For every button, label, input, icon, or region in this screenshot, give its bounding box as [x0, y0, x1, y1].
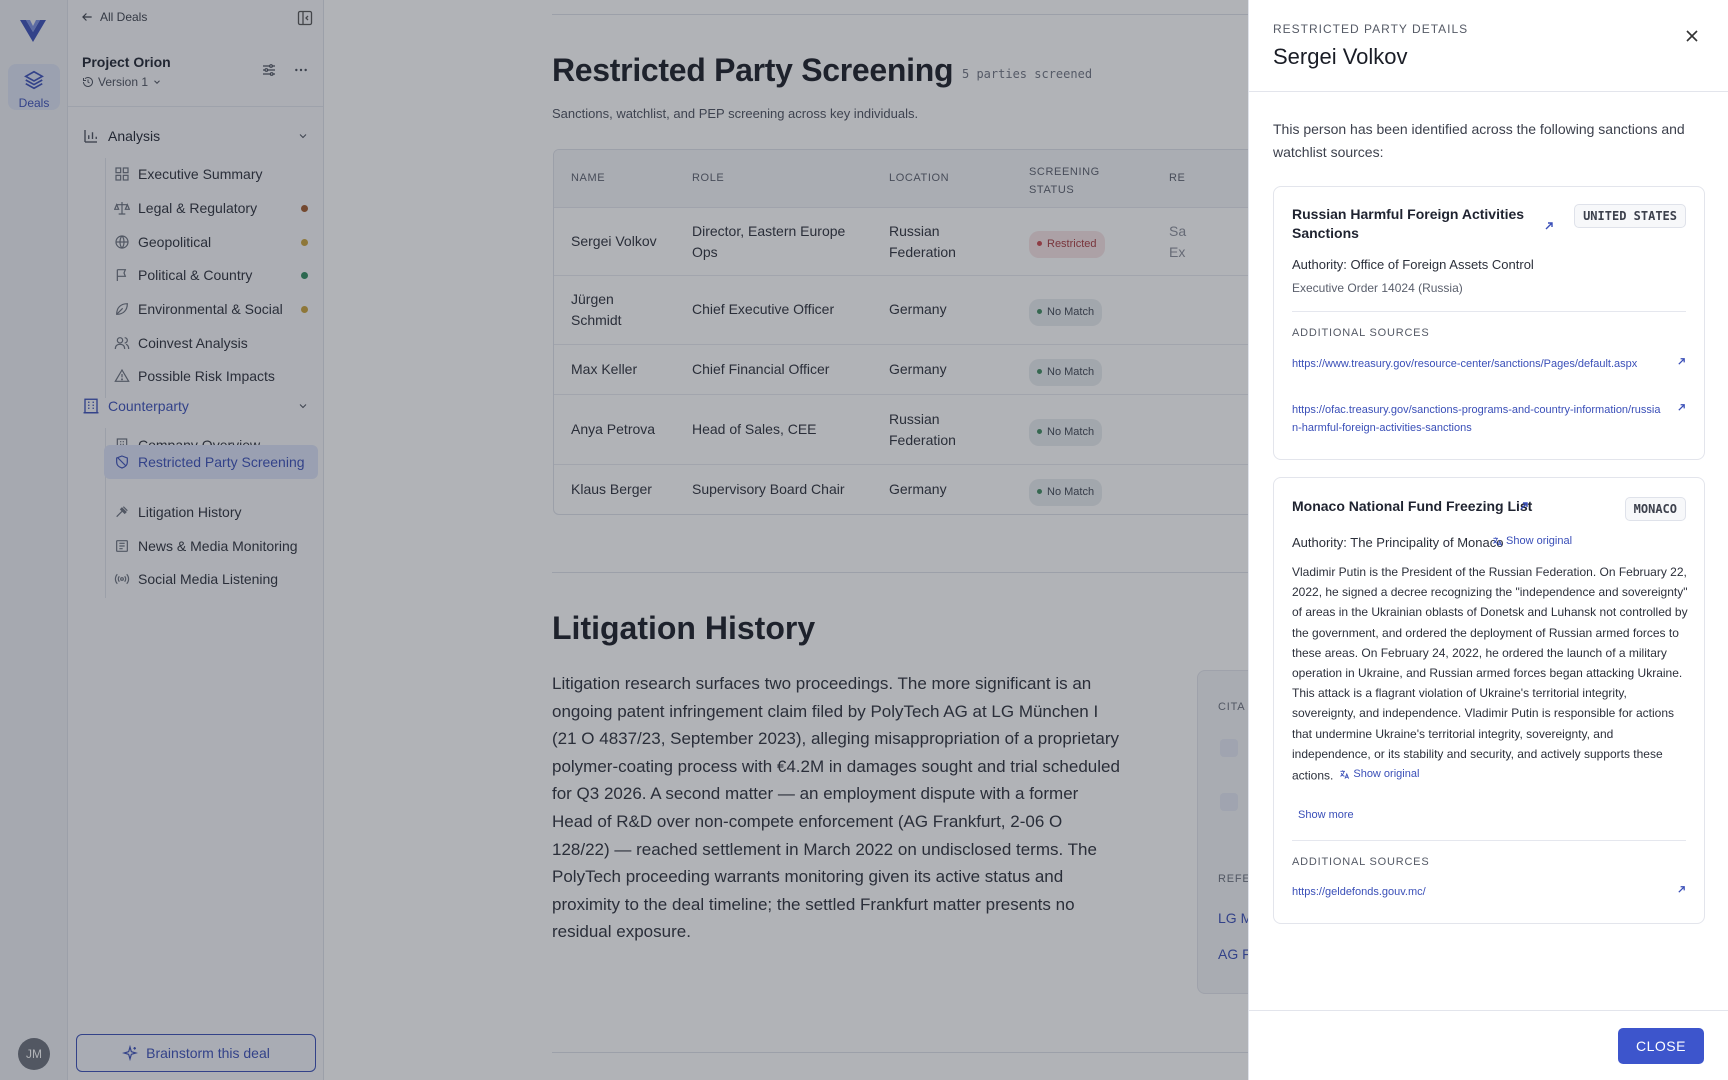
- external-link-icon[interactable]: [1677, 403, 1686, 412]
- translate-icon: [1493, 536, 1503, 546]
- external-link-icon[interactable]: [1519, 501, 1529, 511]
- drawer-footer-divider: [1249, 1010, 1728, 1011]
- card-divider: [1292, 311, 1686, 312]
- show-original-link[interactable]: Show original: [1339, 764, 1419, 784]
- source-description: Vladimir Putin is the President of the R…: [1292, 565, 1688, 784]
- sanction-source-card: Monaco National Fund Freezing List MONAC…: [1273, 477, 1705, 924]
- external-link-icon[interactable]: [1544, 221, 1554, 231]
- additional-sources-label: ADDITIONAL SOURCES: [1292, 327, 1430, 339]
- show-original-link[interactable]: Show original: [1492, 535, 1572, 547]
- jurisdiction-tag: UNITED STATES: [1574, 204, 1686, 228]
- modal-backdrop[interactable]: [0, 0, 1248, 1080]
- restricted-party-drawer: RESTRICTED PARTY DETAILS Sergei Volkov T…: [1248, 0, 1728, 1080]
- show-more-link[interactable]: Show more: [1298, 809, 1354, 821]
- external-link-icon[interactable]: [1677, 885, 1686, 894]
- source-link[interactable]: https://geldefonds.gouv.mc/: [1292, 883, 1662, 901]
- external-link-icon[interactable]: [1677, 357, 1686, 366]
- source-authority: Authority: Office of Foreign Assets Cont…: [1292, 257, 1534, 272]
- drawer-divider: [1249, 91, 1728, 92]
- source-authority: Authority: The Principality of Monaco: [1292, 535, 1504, 550]
- close-button[interactable]: CLOSE: [1618, 1028, 1704, 1064]
- drawer-title: Sergei Volkov: [1273, 44, 1408, 69]
- translate-icon: [1340, 770, 1350, 779]
- jurisdiction-tag: MONACO: [1624, 497, 1686, 521]
- drawer-kicker: RESTRICTED PARTY DETAILS: [1273, 22, 1469, 36]
- source-title[interactable]: Monaco National Fund Freezing List: [1292, 497, 1532, 516]
- source-link[interactable]: https://www.treasury.gov/resource-center…: [1292, 355, 1662, 373]
- source-link[interactable]: https://ofac.treasury.gov/sanctions-prog…: [1292, 401, 1662, 437]
- close-icon[interactable]: [1684, 28, 1700, 44]
- additional-sources-label: ADDITIONAL SOURCES: [1292, 856, 1430, 868]
- drawer-intro: This person has been identified across t…: [1273, 121, 1685, 160]
- source-program: Executive Order 14024 (Russia): [1292, 281, 1463, 295]
- sanction-source-card: Russian Harmful Foreign Activities Sanct…: [1273, 186, 1705, 460]
- card-divider: [1292, 840, 1686, 841]
- source-title[interactable]: Russian Harmful Foreign Activities Sanct…: [1292, 205, 1542, 243]
